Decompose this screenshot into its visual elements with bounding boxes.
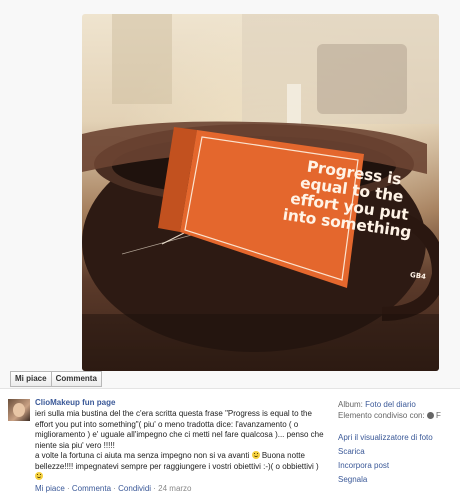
album-row: Album: Foto del diario	[338, 399, 460, 410]
report-link[interactable]: Segnala	[338, 473, 460, 487]
embed-post-link[interactable]: Incorpora post	[338, 459, 460, 473]
open-photo-viewer-link[interactable]: Apri il visualizzatore di foto	[338, 431, 460, 445]
post-date[interactable]: 24 marzo	[158, 484, 191, 493]
smiley-icon	[35, 472, 43, 480]
shared-row: Elemento condiviso con: F	[338, 410, 460, 421]
share-link[interactable]: Condividi	[118, 484, 151, 493]
post-body: ClioMakeup fun page ieri sulla mia busti…	[35, 398, 325, 493]
download-link[interactable]: Scarica	[338, 445, 460, 459]
author-link[interactable]: ClioMakeup fun page	[35, 398, 325, 407]
post-text: ieri sulla mia bustina del the c'era scr…	[35, 409, 325, 483]
shared-trail: F	[435, 411, 441, 420]
comment-button[interactable]: Commenta	[51, 371, 102, 387]
album-label: Album:	[338, 400, 363, 409]
post-actions: Mi piace · Commenta · Condividi · 24 mar…	[35, 484, 325, 493]
photo-actions: Mi piace Commenta	[10, 371, 102, 387]
shared-label: Elemento condiviso con:	[338, 411, 425, 420]
post-panel: ClioMakeup fun page ieri sulla mia busti…	[0, 388, 460, 498]
smiley-icon	[251, 451, 260, 459]
globe-icon[interactable]	[426, 412, 434, 419]
post-photo[interactable]: Progress is equal to the effort you put …	[82, 14, 439, 371]
like-link[interactable]: Mi piace	[35, 484, 65, 493]
separator: ·	[64, 483, 72, 493]
photo-sidebar: Album: Foto del diario Elemento condivis…	[338, 399, 460, 487]
photo-stage: Progress is equal to the effort you put …	[0, 0, 460, 388]
avatar[interactable]	[8, 399, 30, 421]
like-button[interactable]: Mi piace	[10, 371, 52, 387]
album-link[interactable]: Foto del diario	[365, 400, 416, 409]
comment-link[interactable]: Commenta	[72, 484, 111, 493]
